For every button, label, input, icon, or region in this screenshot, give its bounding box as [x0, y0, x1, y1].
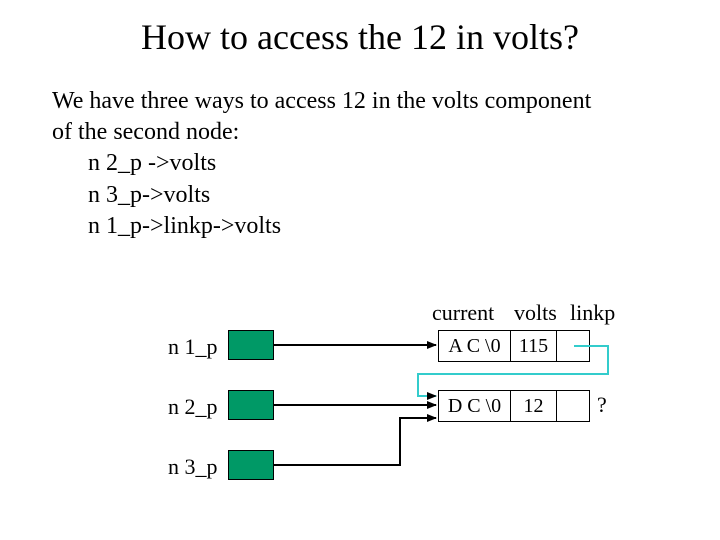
question-mark: ?: [597, 392, 607, 418]
slide-title: How to access the 12 in volts?: [0, 16, 720, 58]
pointer-box-n3p: [228, 450, 274, 480]
access-line-3: n 1_p->linkp->volts: [88, 211, 672, 242]
label-n2p: n 2_p: [168, 394, 218, 420]
pointer-box-n1p: [228, 330, 274, 360]
access-line-2: n 3_p->volts: [88, 180, 672, 211]
body-text: We have three ways to access 12 in the v…: [52, 86, 672, 242]
node-1: A C \0 115: [438, 330, 590, 362]
label-n1p: n 1_p: [168, 334, 218, 360]
node-1-volts: 115: [511, 331, 557, 361]
intro-line-2: of the second node:: [52, 117, 672, 148]
pointer-box-n2p: [228, 390, 274, 420]
node-2-linkp: [557, 391, 589, 421]
node-2-volts: 12: [511, 391, 557, 421]
node-2: D C \0 12: [438, 390, 590, 422]
header-linkp: linkp: [570, 300, 615, 326]
node-1-linkp: [557, 331, 589, 361]
arrows-svg: [0, 0, 720, 540]
node-2-current: D C \0: [439, 391, 511, 421]
header-volts: volts: [514, 300, 557, 326]
intro-line-1: We have three ways to access 12 in the v…: [52, 86, 672, 117]
access-line-1: n 2_p ->volts: [88, 148, 672, 179]
header-current: current: [432, 300, 494, 326]
label-n3p: n 3_p: [168, 454, 218, 480]
node-1-current: A C \0: [439, 331, 511, 361]
